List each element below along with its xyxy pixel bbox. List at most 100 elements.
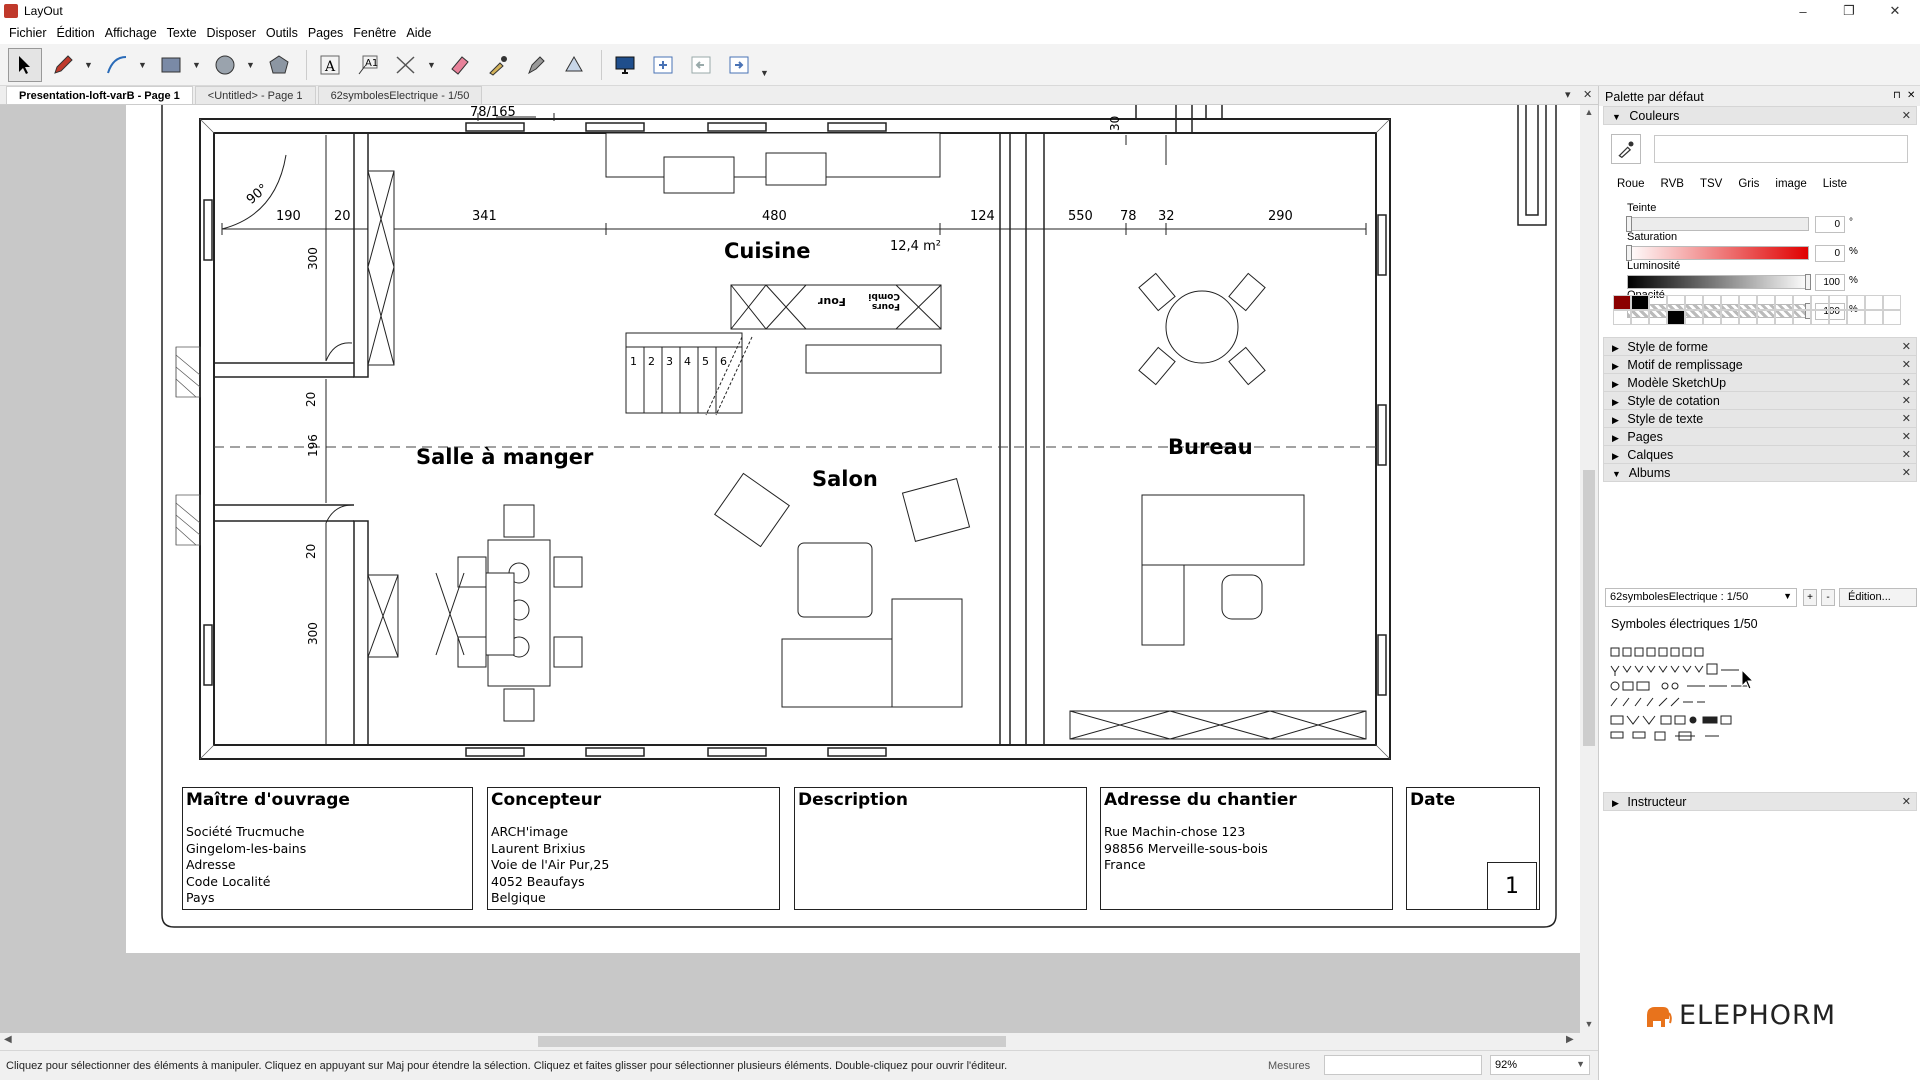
color-swatch[interactable]	[1703, 295, 1721, 310]
select-tool-button[interactable]	[8, 47, 42, 82]
color-swatch[interactable]	[1829, 295, 1847, 310]
menu-fenetre[interactable]: Fenêtre	[348, 26, 401, 40]
color-swatch[interactable]	[1829, 310, 1847, 325]
color-swatch[interactable]	[1811, 310, 1829, 325]
split-tool-button[interactable]	[519, 48, 553, 82]
close-icon[interactable]: ✕	[1902, 340, 1911, 353]
join-tool-button[interactable]	[557, 48, 591, 82]
color-swatch[interactable]	[1883, 295, 1901, 310]
text-tool-button[interactable]: A	[313, 48, 347, 82]
saturation-slider[interactable]	[1627, 246, 1809, 260]
section-modele-sketchup[interactable]: ▶ Modèle SketchUp ✕	[1603, 373, 1917, 392]
hue-slider[interactable]	[1627, 217, 1809, 231]
color-swatch[interactable]	[1667, 310, 1685, 325]
color-swatch[interactable]	[1685, 310, 1703, 325]
color-swatch[interactable]	[1613, 310, 1631, 325]
color-swatch[interactable]	[1721, 295, 1739, 310]
color-swatch[interactable]	[1793, 310, 1811, 325]
luminosity-value[interactable]: 100	[1815, 274, 1845, 291]
section-calques[interactable]: ▶ Calques ✕	[1603, 445, 1917, 464]
color-swatch[interactable]	[1775, 295, 1793, 310]
close-icon[interactable]: ✕	[1902, 358, 1911, 371]
color-swatch[interactable]	[1649, 310, 1667, 325]
section-style-de-texte[interactable]: ▶ Style de texte ✕	[1603, 409, 1917, 428]
color-swatch[interactable]	[1847, 295, 1865, 310]
section-style-de-cotation[interactable]: ▶ Style de cotation ✕	[1603, 391, 1917, 410]
tab-roue[interactable]: Roue	[1617, 178, 1645, 191]
measurements-input[interactable]	[1324, 1055, 1482, 1075]
scroll-left-icon[interactable]: ◀	[4, 1034, 12, 1045]
add-page-button[interactable]	[646, 48, 680, 82]
presentation-button[interactable]	[608, 48, 642, 82]
previous-page-button[interactable]	[684, 48, 718, 82]
color-swatch[interactable]	[1631, 310, 1649, 325]
horizontal-scrollbar[interactable]: ◀ ▶	[0, 1033, 1580, 1050]
color-swatch[interactable]	[1703, 310, 1721, 325]
tabs-close-button[interactable]: ✕	[1583, 88, 1592, 101]
menu-texte[interactable]: Texte	[162, 26, 202, 40]
eyedropper-button[interactable]	[1611, 134, 1641, 164]
color-swatch[interactable]	[1883, 310, 1901, 325]
section-style-de-forme[interactable]: ▶ Style de forme ✕	[1603, 337, 1917, 356]
document-canvas[interactable]: Cuisine Salle à manger Salon Bureau 12,4…	[0, 105, 1580, 1033]
horizontal-scroll-thumb[interactable]	[538, 1036, 1006, 1047]
color-swatch[interactable]	[1739, 310, 1757, 325]
rectangle-tool-dropdown[interactable]: ▼	[192, 60, 202, 70]
zoom-select[interactable]: 92% ▼	[1490, 1055, 1590, 1075]
dimension-tool-dropdown[interactable]: ▼	[427, 60, 437, 70]
close-icon[interactable]: ✕	[1902, 412, 1911, 425]
tab-tsv[interactable]: TSV	[1699, 178, 1723, 191]
tab-image[interactable]: image	[1775, 178, 1806, 191]
style-tool-button[interactable]	[481, 48, 515, 82]
panel-close-button[interactable]: ✕	[1907, 90, 1915, 101]
circle-tool-dropdown[interactable]: ▼	[246, 60, 256, 70]
tab-gris[interactable]: Gris	[1738, 178, 1759, 191]
saturation-slider-knob[interactable]	[1626, 245, 1632, 261]
minimize-button[interactable]: –	[1780, 0, 1826, 22]
circle-tool-button[interactable]	[208, 48, 242, 82]
section-pages[interactable]: ▶ Pages ✕	[1603, 427, 1917, 446]
color-swatch[interactable]	[1811, 295, 1829, 310]
label-tool-button[interactable]: A1	[351, 48, 385, 82]
tab-62symboles[interactable]: 62symbolesElectrique - 1/50	[317, 86, 483, 104]
add-album-button[interactable]: +	[1803, 589, 1817, 606]
close-icon[interactable]: ✕	[1902, 430, 1911, 443]
scroll-up-icon[interactable]: ▲	[1580, 107, 1598, 117]
color-swatch[interactable]	[1631, 295, 1649, 310]
color-swatch[interactable]	[1847, 310, 1865, 325]
color-swatch[interactable]	[1793, 295, 1811, 310]
dimension-tool-button[interactable]	[389, 48, 423, 82]
tab-liste[interactable]: Liste	[1823, 178, 1847, 191]
vertical-scroll-thumb[interactable]	[1583, 470, 1595, 746]
color-swatch[interactable]	[1865, 295, 1883, 310]
remove-album-button[interactable]: -	[1821, 589, 1835, 606]
color-swatch[interactable]	[1757, 295, 1775, 310]
layout-page[interactable]: Cuisine Salle à manger Salon Bureau 12,4…	[126, 105, 1580, 953]
tab-presentation-loft[interactable]: Presentation-loft-varB - Page 1	[6, 86, 193, 104]
current-color-field[interactable]	[1654, 135, 1908, 163]
color-swatch[interactable]	[1685, 295, 1703, 310]
vertical-scrollbar[interactable]: ▲ ▼	[1580, 105, 1598, 1033]
scroll-down-icon[interactable]: ▼	[1580, 1019, 1598, 1029]
tab-untitled[interactable]: <Untitled> - Page 1	[194, 86, 316, 104]
album-edit-button[interactable]: Édition...	[1839, 588, 1917, 607]
electrical-symbols-grid[interactable]	[1609, 646, 1769, 746]
rectangle-tool-button[interactable]	[154, 48, 188, 82]
saturation-value[interactable]: 0	[1815, 245, 1845, 262]
tab-rvb[interactable]: RVB	[1661, 178, 1684, 191]
menu-edition[interactable]: Édition	[52, 26, 100, 40]
section-albums[interactable]: ▼ Albums ✕	[1603, 463, 1917, 482]
scroll-right-icon[interactable]: ▶	[1566, 1034, 1574, 1045]
color-swatch[interactable]	[1613, 295, 1631, 310]
polygon-tool-button[interactable]	[262, 48, 296, 82]
color-swatch[interactable]	[1649, 295, 1667, 310]
close-icon[interactable]: ✕	[1902, 109, 1911, 122]
menu-aide[interactable]: Aide	[401, 26, 436, 40]
line-tool-button[interactable]	[46, 48, 80, 82]
close-icon[interactable]: ✕	[1902, 394, 1911, 407]
luminosity-slider[interactable]	[1627, 275, 1809, 289]
section-motif-de-remplissage[interactable]: ▶ Motif de remplissage ✕	[1603, 355, 1917, 374]
eraser-tool-button[interactable]	[443, 48, 477, 82]
color-swatch[interactable]	[1739, 295, 1757, 310]
arc-tool-dropdown[interactable]: ▼	[138, 60, 148, 70]
